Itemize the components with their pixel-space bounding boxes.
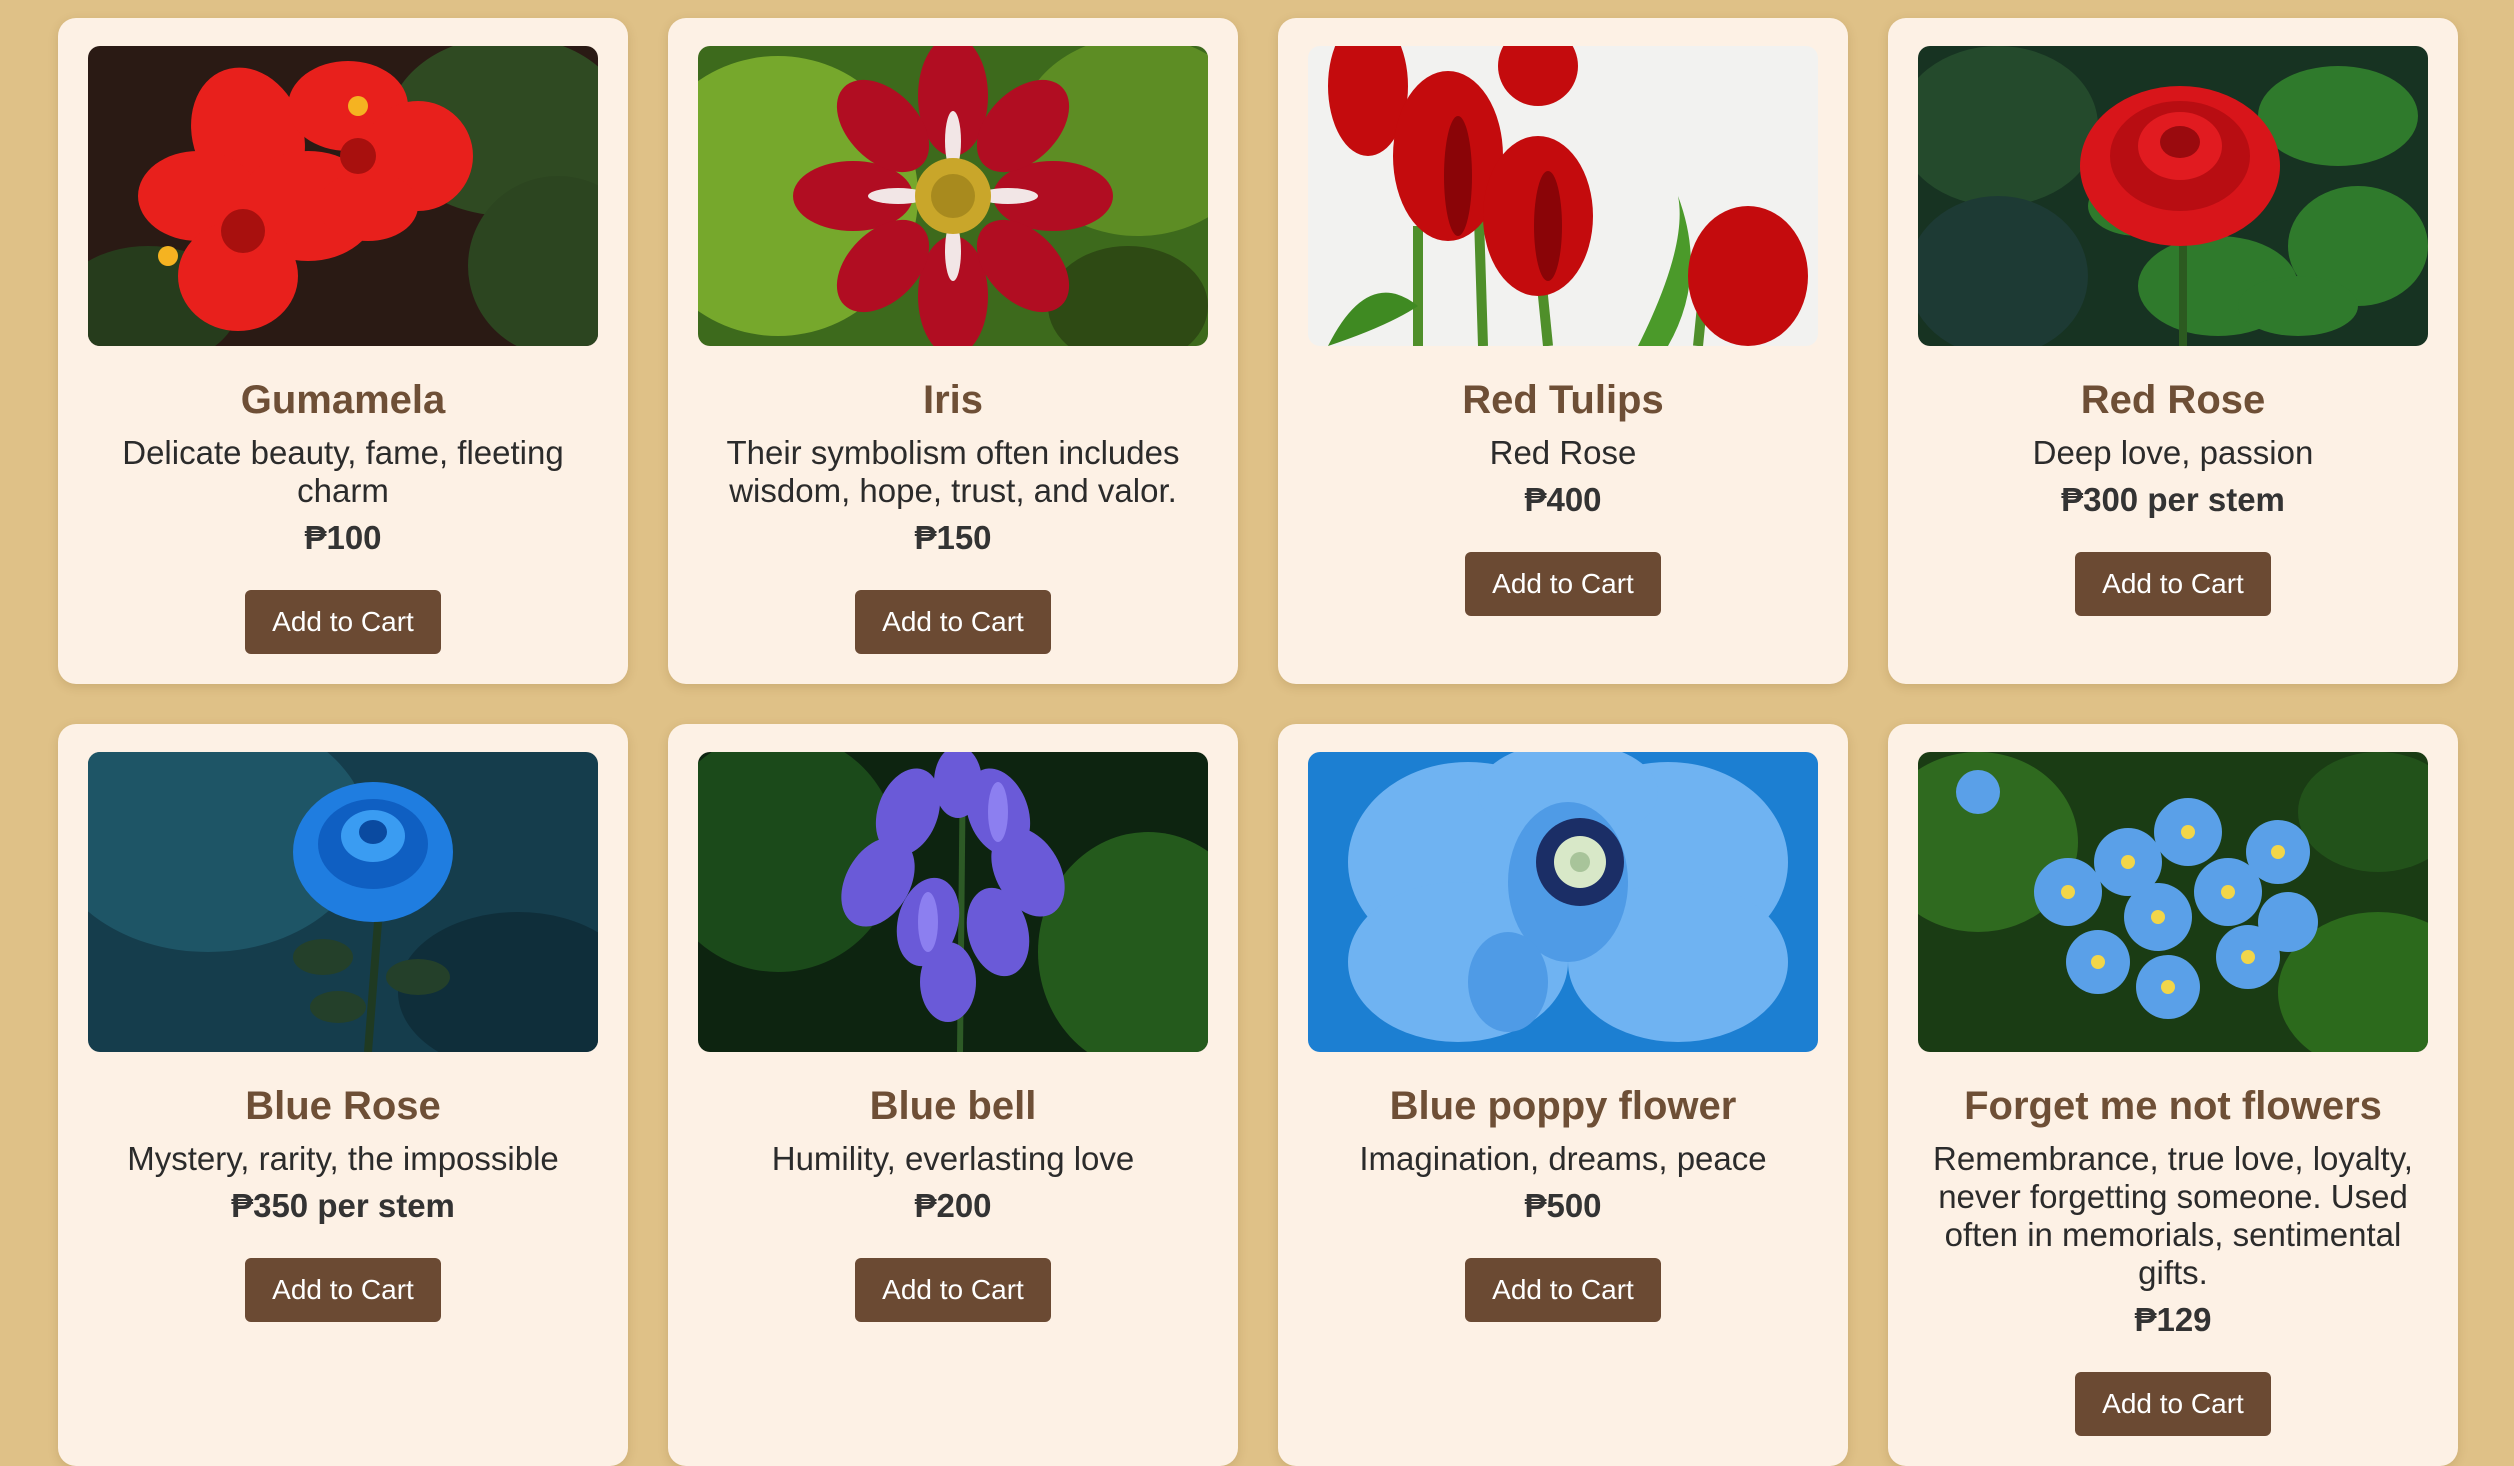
product-description: Their symbolism often includes wisdom, h… — [726, 434, 1180, 509]
add-to-cart-button[interactable]: Add to Cart — [855, 590, 1051, 654]
add-to-cart-button[interactable]: Add to Cart — [1465, 552, 1661, 616]
product-description: Deep love, passion — [2032, 434, 2314, 471]
product-price: ₱150 — [914, 519, 992, 556]
product-card-blue-bell: Blue bell Humility, everlasting love ₱20… — [668, 724, 1238, 1466]
product-card-red-rose: Red Rose Deep love, passion ₱300 per ste… — [1888, 18, 2458, 684]
product-card-blue-rose: Blue Rose Mystery, rarity, the impossibl… — [58, 724, 628, 1466]
add-to-cart-button[interactable]: Add to Cart — [245, 1258, 441, 1322]
product-description: Imagination, dreams, peace — [1359, 1140, 1767, 1177]
product-card-blue-poppy: Blue poppy flower Imagination, dreams, p… — [1278, 724, 1848, 1466]
product-image-blue-rose — [88, 752, 598, 1052]
product-image-red-rose — [1918, 46, 2428, 346]
product-name: Gumamela — [240, 378, 446, 422]
product-card-gumamela: Gumamela Delicate beauty, fame, fleeting… — [58, 18, 628, 684]
product-name: Red Tulips — [1462, 378, 1664, 422]
product-image-gumamela — [88, 46, 598, 346]
product-name: Blue Rose — [245, 1084, 441, 1128]
product-image-red-tulips — [1308, 46, 1818, 346]
product-price: ₱100 — [304, 519, 382, 556]
product-grid: Gumamela Delicate beauty, fame, fleeting… — [58, 18, 2458, 1466]
product-price: ₱500 — [1524, 1187, 1602, 1224]
product-image-forget-me-not — [1918, 752, 2428, 1052]
product-price: ₱300 per stem — [2061, 481, 2285, 518]
product-name: Blue poppy flower — [1389, 1084, 1737, 1128]
add-to-cart-button[interactable]: Add to Cart — [245, 590, 441, 654]
product-description: Mystery, rarity, the impossible — [127, 1140, 559, 1177]
product-description: Remembrance, true love, loyalty, never f… — [1933, 1140, 2413, 1291]
product-description: Humility, everlasting love — [771, 1140, 1135, 1177]
product-card-iris: Iris Their symbolism often includes wisd… — [668, 18, 1238, 684]
add-to-cart-button[interactable]: Add to Cart — [2075, 552, 2271, 616]
product-card-red-tulips: Red Tulips Red Rose ₱400 Add to Cart — [1278, 18, 1848, 684]
add-to-cart-button[interactable]: Add to Cart — [1465, 1258, 1661, 1322]
product-name: Iris — [922, 378, 984, 422]
product-name: Forget me not flowers — [1964, 1084, 2382, 1128]
product-price: ₱129 — [2134, 1301, 2212, 1338]
product-name: Red Rose — [2080, 378, 2266, 422]
product-price: ₱350 per stem — [231, 1187, 455, 1224]
product-card-forget-me-not: Forget me not flowers Remembrance, true … — [1888, 724, 2458, 1466]
product-image-blue-bell — [698, 752, 1208, 1052]
product-price: ₱200 — [914, 1187, 992, 1224]
add-to-cart-button[interactable]: Add to Cart — [2075, 1372, 2271, 1436]
product-name: Blue bell — [869, 1084, 1037, 1128]
product-image-blue-poppy — [1308, 752, 1818, 1052]
add-to-cart-button[interactable]: Add to Cart — [855, 1258, 1051, 1322]
product-price: ₱400 — [1524, 481, 1602, 518]
product-description: Delicate beauty, fame, fleeting charm — [122, 434, 564, 509]
product-image-iris — [698, 46, 1208, 346]
product-description: Red Rose — [1489, 434, 1637, 471]
